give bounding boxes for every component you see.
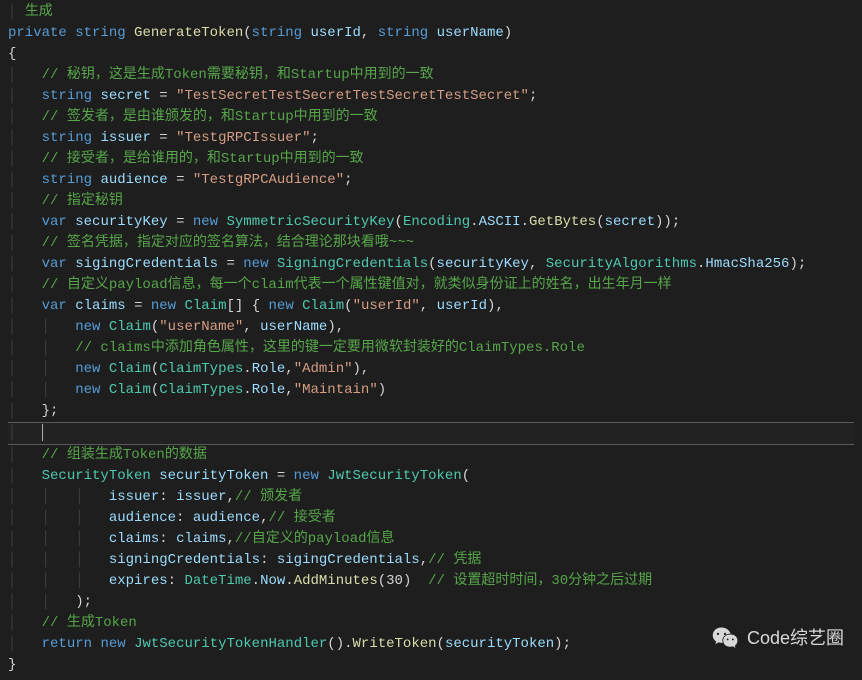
watermark-text: Code综艺圈 (747, 625, 844, 652)
code-line: │ // 签发者，是由谁颁发的，和Startup中用到的一致 (8, 107, 854, 128)
code-line: │ │ // claims中添加角色属性，这里的键一定要用微软封装好的Claim… (8, 338, 854, 359)
code-line: │ // 签名凭据，指定对应的签名算法，结合理论那块看哦~~~ (8, 233, 854, 254)
code-line: │ var securityKey = new SymmetricSecurit… (8, 212, 854, 233)
code-line: │ SecurityToken securityToken = new JwtS… (8, 466, 854, 487)
watermark: Code综艺圈 (711, 624, 844, 652)
code-line: │ // 秘钥，这是生成Token需要秘钥，和Startup中用到的一致 (8, 65, 854, 86)
text-cursor (42, 424, 43, 441)
code-line: │ // 自定义payload信息，每一个claim代表一个属性键值对，就类似身… (8, 275, 854, 296)
code-line: │ var sigingCredentials = new SigningCre… (8, 254, 854, 275)
code-line: │ // 指定秘钥 (8, 191, 854, 212)
code-line: │ }; (8, 401, 854, 422)
code-line: │ string secret = "TestSecretTestSecretT… (8, 86, 854, 107)
code-line: │ │ ); (8, 592, 854, 613)
code-line: │ // 组装生成Token的数据 (8, 445, 854, 466)
code-line: │ │ │ audience: audience,// 接受者 (8, 508, 854, 529)
code-line: │ string issuer = "TestgRPCIssuer"; (8, 128, 854, 149)
code-line: private string GenerateToken(string user… (8, 23, 854, 44)
code-line: │ var claims = new Claim[] { new Claim("… (8, 296, 854, 317)
code-line: │ │ new Claim(ClaimTypes.Role,"Maintain"… (8, 380, 854, 401)
code-line: { (8, 44, 854, 65)
code-line: │ │ │ signingCredentials: sigingCredenti… (8, 550, 854, 571)
code-line: │ │ new Claim(ClaimTypes.Role,"Admin"), (8, 359, 854, 380)
code-line: │ │ │ claims: claims,//自定义的payload信息 (8, 529, 854, 550)
code-line-cursor: │ (8, 422, 854, 445)
wechat-icon (711, 624, 739, 652)
code-line: │ │ new Claim("userName", userName), (8, 317, 854, 338)
code-editor[interactable]: │ 生成private string GenerateToken(string … (0, 0, 862, 678)
code-line: │ string audience = "TestgRPCAudience"; (8, 170, 854, 191)
code-line: │ // 接受者，是给谁用的，和Startup中用到的一致 (8, 149, 854, 170)
code-line: │ │ │ expires: DateTime.Now.AddMinutes(3… (8, 571, 854, 592)
code-line: │ 生成 (8, 2, 854, 23)
code-line: │ │ │ issuer: issuer,// 颁发者 (8, 487, 854, 508)
code-line: } (8, 655, 854, 676)
